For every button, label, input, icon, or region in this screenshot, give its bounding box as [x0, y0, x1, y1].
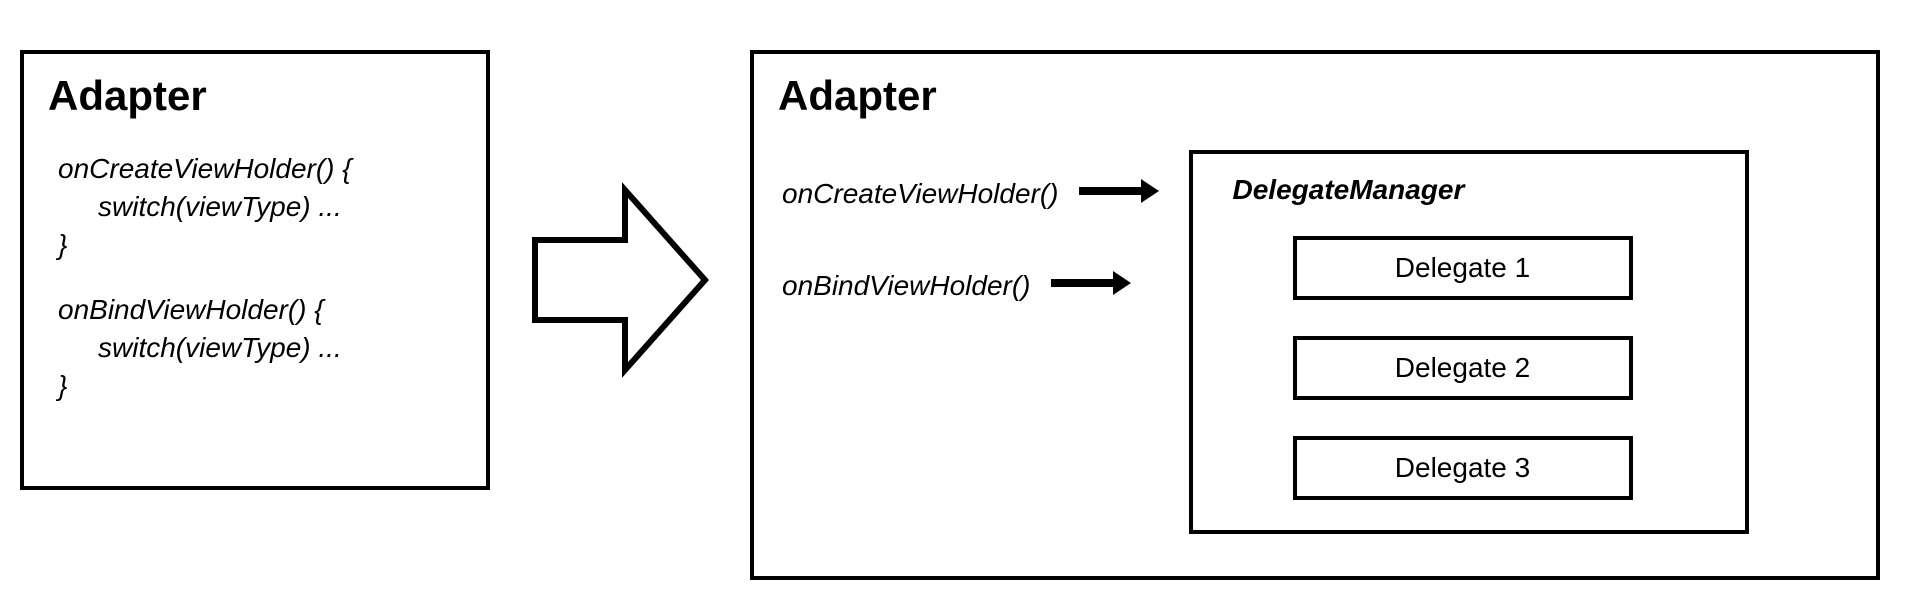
arrow-right-icon: [1079, 178, 1159, 210]
delegate-item-3: Delegate 3: [1293, 436, 1633, 500]
method-block-onbind: onBindViewHolder() { switch(viewType) ..…: [58, 291, 462, 404]
delegate-manager-title: DelegateManager: [1233, 174, 1705, 206]
method-block-oncreate: onCreateViewHolder() { switch(viewType) …: [58, 150, 462, 263]
method-label: onCreateViewHolder(): [782, 178, 1059, 210]
method-row-oncreate: onCreateViewHolder(): [782, 178, 1159, 210]
delegate-list: Delegate 1 Delegate 2 Delegate 3: [1293, 236, 1705, 500]
method-row-onbind: onBindViewHolder(): [782, 270, 1159, 302]
method-signature: onCreateViewHolder() {: [58, 150, 462, 188]
method-body: switch(viewType) ...: [58, 188, 462, 226]
method-close: }: [58, 367, 462, 405]
delegate-item-2: Delegate 2: [1293, 336, 1633, 400]
transform-arrow-icon: [530, 180, 710, 385]
adapter-before-panel: Adapter onCreateViewHolder() { switch(vi…: [20, 50, 490, 490]
methods-column: onCreateViewHolder() onBindViewHolder(): [782, 150, 1159, 302]
method-signature: onBindViewHolder() {: [58, 291, 462, 329]
method-close: }: [58, 226, 462, 264]
method-label: onBindViewHolder(): [782, 270, 1031, 302]
delegate-item-1: Delegate 1: [1293, 236, 1633, 300]
method-body: switch(viewType) ...: [58, 329, 462, 367]
adapter-after-panel: Adapter onCreateViewHolder() onBindViewH…: [750, 50, 1880, 580]
adapter-before-title: Adapter: [48, 72, 462, 120]
delegate-manager-panel: DelegateManager Delegate 1 Delegate 2 De…: [1189, 150, 1749, 534]
adapter-after-title: Adapter: [778, 72, 1852, 120]
arrow-right-icon: [1051, 270, 1131, 302]
